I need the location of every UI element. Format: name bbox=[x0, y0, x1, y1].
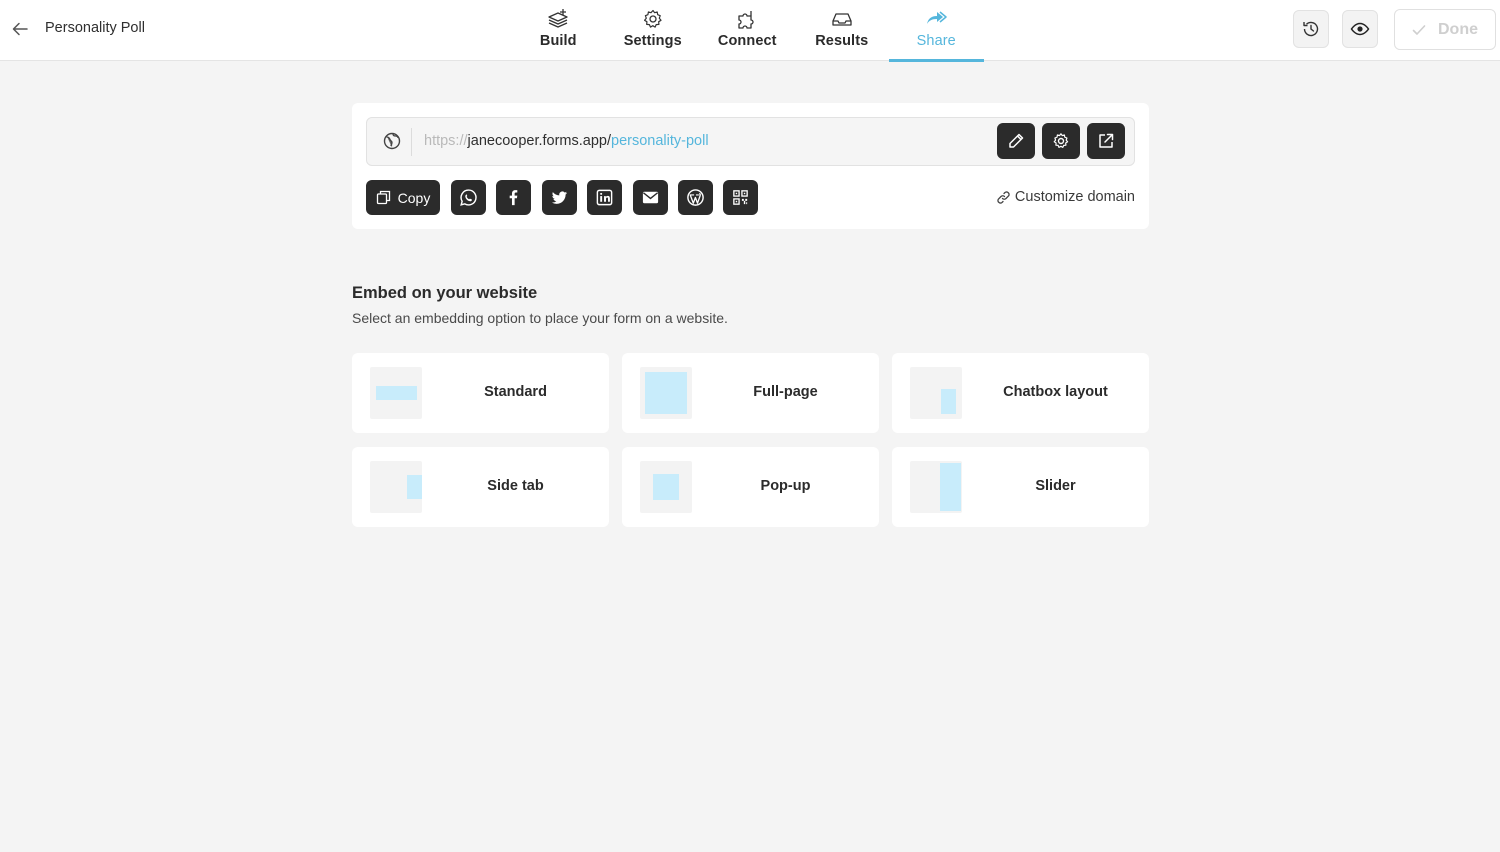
form-url-text: https://janecooper.forms.app/personality… bbox=[424, 133, 709, 149]
twitter-icon bbox=[551, 191, 568, 204]
top-bar: Personality Poll Build Settings Connect … bbox=[0, 0, 1500, 62]
whatsapp-icon bbox=[460, 189, 477, 206]
open-url-button[interactable] bbox=[1087, 123, 1125, 159]
embed-option-label: Full-page bbox=[753, 384, 818, 400]
share-icon bbox=[927, 11, 947, 24]
form-url-field[interactable]: https://janecooper.forms.app/personality… bbox=[366, 117, 1135, 166]
checkmark-icon bbox=[1412, 24, 1426, 35]
customize-domain-label: Customize domain bbox=[1014, 189, 1135, 205]
inbox-icon bbox=[832, 13, 852, 26]
customize-domain-link[interactable]: Customize domain bbox=[996, 189, 1135, 205]
url-divider bbox=[411, 128, 412, 156]
share-twitter-button[interactable] bbox=[542, 180, 577, 215]
embed-option-side-tab[interactable]: Side tab bbox=[352, 447, 609, 527]
embed-option-label: Chatbox layout bbox=[1003, 384, 1108, 400]
qr-code-icon bbox=[733, 190, 748, 205]
email-icon bbox=[642, 191, 659, 204]
url-slug[interactable]: personality-poll bbox=[611, 133, 709, 149]
side-tab-thumbnail bbox=[370, 461, 422, 513]
embed-option-chatbox-layout[interactable]: Chatbox layout bbox=[892, 353, 1149, 433]
copy-link-button[interactable]: Copy bbox=[366, 180, 440, 215]
standard-thumbnail bbox=[370, 367, 422, 419]
embed-option-label: Pop-up bbox=[760, 478, 811, 494]
embed-option-label: Slider bbox=[1035, 478, 1076, 494]
embed-option-full-page[interactable]: Full-page bbox=[622, 353, 879, 433]
tab-settings-label: Settings bbox=[623, 33, 682, 49]
share-linkedin-button[interactable] bbox=[587, 180, 622, 215]
copy-icon bbox=[376, 190, 390, 205]
url-settings-button[interactable] bbox=[1042, 123, 1080, 159]
pop-up-thumbnail bbox=[640, 461, 692, 513]
history-icon bbox=[1303, 21, 1319, 37]
tab-build-label: Build bbox=[539, 33, 577, 49]
done-button[interactable]: Done bbox=[1394, 9, 1496, 50]
tab-share-label: Share bbox=[916, 33, 956, 49]
eye-icon bbox=[1350, 22, 1370, 36]
slider-thumbnail bbox=[910, 461, 962, 513]
tab-results[interactable]: Results bbox=[795, 0, 890, 61]
embed-option-slider[interactable]: Slider bbox=[892, 447, 1149, 527]
embed-option-pop-up[interactable]: Pop-up bbox=[622, 447, 879, 527]
tab-build[interactable]: Build bbox=[511, 0, 606, 61]
embed-option-standard[interactable]: Standard bbox=[352, 353, 609, 433]
edit-url-button[interactable] bbox=[997, 123, 1035, 159]
embed-section-title: Embed on your website bbox=[352, 284, 538, 302]
external-link-icon bbox=[1099, 133, 1114, 148]
gear-icon bbox=[1053, 133, 1069, 148]
share-email-button[interactable] bbox=[633, 180, 668, 215]
share-wordpress-button[interactable] bbox=[678, 180, 713, 215]
copy-label: Copy bbox=[397, 189, 431, 206]
chatbox-thumbnail bbox=[910, 367, 962, 419]
tab-results-label: Results bbox=[815, 33, 869, 49]
share-whatsapp-button[interactable] bbox=[451, 180, 486, 215]
tab-share[interactable]: Share bbox=[889, 0, 984, 62]
form-title: Personality Poll bbox=[45, 20, 145, 36]
tab-connect-label: Connect bbox=[717, 33, 777, 49]
url-host: janecooper.forms.app/ bbox=[467, 133, 612, 149]
wordpress-icon bbox=[687, 189, 704, 206]
back-arrow-icon[interactable] bbox=[9, 18, 31, 40]
share-link-card: https://janecooper.forms.app/personality… bbox=[352, 103, 1149, 229]
preview-button[interactable] bbox=[1342, 10, 1378, 48]
facebook-icon bbox=[509, 190, 518, 206]
embed-option-label: Side tab bbox=[487, 478, 544, 494]
puzzle-icon bbox=[738, 11, 754, 29]
pencil-icon bbox=[1009, 133, 1024, 148]
tab-settings[interactable]: Settings bbox=[606, 0, 701, 61]
share-facebook-button[interactable] bbox=[496, 180, 531, 215]
full-page-thumbnail bbox=[640, 367, 692, 419]
embed-option-label: Standard bbox=[484, 384, 547, 400]
url-protocol: https:// bbox=[424, 133, 468, 149]
main-nav: Build Settings Connect Results Share bbox=[511, 0, 984, 62]
build-icon bbox=[548, 9, 568, 28]
done-label: Done bbox=[1438, 20, 1478, 38]
link-icon bbox=[997, 190, 1010, 204]
tab-connect[interactable]: Connect bbox=[700, 0, 795, 61]
history-button[interactable] bbox=[1293, 10, 1329, 48]
linkedin-icon bbox=[596, 189, 613, 206]
share-qr-code-button[interactable] bbox=[723, 180, 758, 215]
embed-section-subtitle: Select an embedding option to place your… bbox=[352, 310, 728, 326]
gear-icon bbox=[643, 9, 662, 28]
globe-icon bbox=[383, 132, 401, 150]
